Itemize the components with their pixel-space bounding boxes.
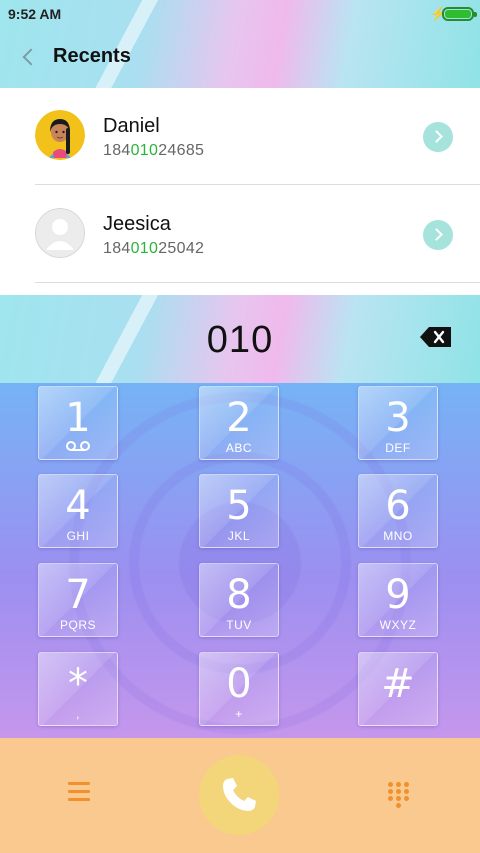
key-digit: #	[381, 661, 415, 707]
contact-number: 18401024685	[103, 142, 204, 160]
bottom-bar	[0, 738, 480, 853]
key-digit: 3	[385, 395, 411, 441]
key-digit: 1	[65, 395, 91, 441]
contact-name: Jeesica	[103, 213, 171, 235]
key-1[interactable]: 1	[38, 386, 118, 460]
key-star[interactable]: * ,	[38, 652, 118, 726]
key-digit: 4	[65, 483, 91, 529]
menu-icon[interactable]	[68, 782, 92, 804]
number-prefix: 184	[103, 142, 131, 159]
dialpad-icon[interactable]	[388, 782, 410, 808]
key-4[interactable]: 4 GHI	[38, 474, 118, 548]
key-letters: +	[235, 707, 243, 721]
divider	[35, 184, 480, 185]
key-2[interactable]: 2 ABC	[199, 386, 279, 460]
key-9[interactable]: 9 WXYZ	[358, 563, 438, 637]
key-digit: 6	[385, 483, 411, 529]
key-8[interactable]: 8 TUV	[199, 563, 279, 637]
key-letters: WXYZ	[379, 618, 417, 632]
battery-full-icon	[442, 7, 477, 21]
header: Recents	[0, 28, 480, 86]
number-prefix: 184	[103, 240, 131, 257]
key-digit: 9	[385, 572, 411, 618]
number-match: 010	[130, 240, 159, 257]
list-item-jeesica[interactable]: Jeesica 18401025042	[0, 186, 480, 284]
top-banner: 9:52 AM ⚡ Recents	[0, 0, 480, 88]
chevron-right-icon[interactable]	[423, 220, 453, 250]
key-hash[interactable]: #	[358, 652, 438, 726]
backspace-icon[interactable]	[420, 327, 451, 347]
key-0[interactable]: 0 +	[199, 652, 279, 726]
status-bar: 9:52 AM ⚡	[0, 0, 480, 28]
key-letters: GHI	[66, 529, 90, 543]
key-6[interactable]: 6 MNO	[358, 474, 438, 548]
call-button[interactable]	[199, 755, 279, 835]
key-digit: 0	[226, 661, 252, 707]
phone-icon	[223, 778, 256, 811]
number-suffix: 24685	[158, 142, 205, 159]
chevron-right-icon[interactable]	[423, 122, 453, 152]
key-letters: PQRS	[59, 618, 96, 632]
dial-display: 010	[0, 295, 480, 383]
key-5[interactable]: 5 JKL	[199, 474, 279, 548]
default-avatar	[35, 208, 85, 258]
key-digit: 5	[226, 483, 252, 529]
contact-number: 18401025042	[103, 240, 204, 258]
voicemail-icon	[65, 439, 91, 451]
divider	[35, 282, 480, 283]
number-suffix: 25042	[158, 240, 205, 257]
key-digit: 7	[65, 572, 91, 618]
key-letters: DEF	[385, 441, 411, 455]
dialpad: 1 2 ABC 3 DEF 4 GHI 5 JKL 6 MNO 7 PQRS 8…	[0, 383, 480, 738]
list-item-daniel[interactable]: Daniel 18401024685	[0, 88, 480, 186]
recents-list: Daniel 18401024685 Jeesica 18401025042	[0, 88, 480, 294]
key-3[interactable]: 3 DEF	[358, 386, 438, 460]
key-letters: JKL	[227, 529, 251, 543]
key-letters: TUV	[226, 618, 252, 632]
key-letters: ,	[76, 707, 80, 721]
key-digit: 8	[226, 572, 252, 618]
key-letters: ABC	[225, 441, 253, 455]
contact-name: Daniel	[103, 115, 160, 137]
status-time: 9:52 AM	[8, 6, 62, 22]
chevron-left-icon[interactable]	[18, 46, 40, 68]
dialed-number: 010	[206, 319, 274, 361]
page-title: Recents	[53, 45, 131, 67]
key-digit: *	[68, 661, 88, 707]
key-letters: MNO	[383, 529, 413, 543]
girl-avatar	[35, 110, 85, 160]
key-digit: 2	[226, 395, 252, 441]
key-7[interactable]: 7 PQRS	[38, 563, 118, 637]
number-match: 010	[130, 142, 159, 159]
